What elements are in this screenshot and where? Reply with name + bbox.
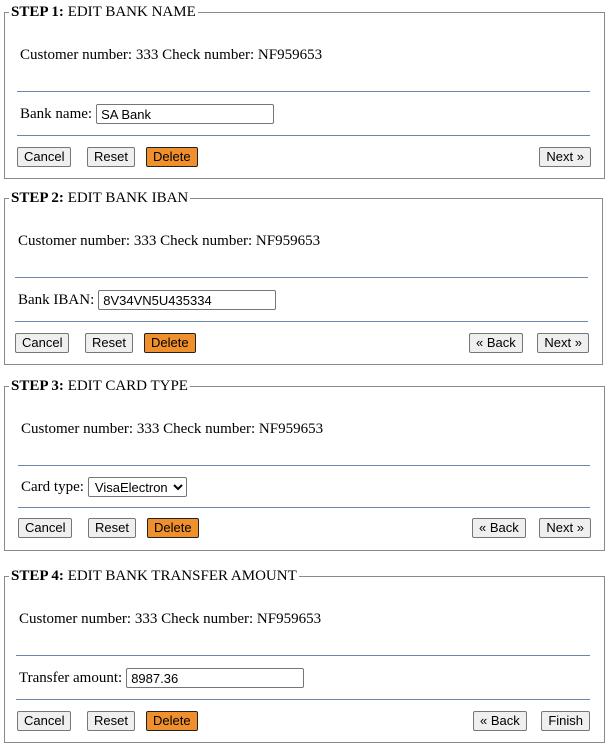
step-1-reset-button[interactable]: Reset bbox=[87, 147, 135, 167]
step-2-cancel-button[interactable]: Cancel bbox=[15, 333, 70, 353]
step-2-title: EDIT BANK IBAN bbox=[67, 190, 189, 206]
step-2-number: STEP 2: bbox=[11, 190, 64, 206]
step-4-delete-button[interactable]: Delete bbox=[146, 711, 198, 731]
step-3-title: EDIT CARD TYPE bbox=[67, 378, 188, 394]
step-1-divider-bottom bbox=[17, 135, 590, 136]
step-2-field-row: Bank IBAN: bbox=[18, 289, 277, 311]
bank-name-input[interactable] bbox=[96, 104, 275, 124]
step-4-panel: STEP 4: EDIT BANK TRANSFER AMOUNT Custom… bbox=[4, 567, 605, 743]
step-4-back-button[interactable]: « Back bbox=[473, 711, 527, 731]
bank-iban-input[interactable] bbox=[98, 290, 277, 310]
step-3-number: STEP 3: bbox=[11, 378, 64, 394]
step-1-cancel-button[interactable]: Cancel bbox=[17, 147, 72, 167]
card-type-label: Card type: bbox=[21, 479, 84, 495]
step-3-customer-info: Customer number: 333 Check number: NF959… bbox=[21, 421, 324, 437]
step-3-panel: STEP 3: EDIT CARD TYPE Customer number: … bbox=[4, 377, 605, 551]
step-3-divider-bottom bbox=[18, 507, 590, 508]
step-1-title: EDIT BANK NAME bbox=[67, 4, 196, 20]
step-3-back-button[interactable]: « Back bbox=[472, 518, 526, 538]
step-3-field-row: Card type: VisaElectron bbox=[21, 476, 187, 498]
step-3-cancel-button[interactable]: Cancel bbox=[18, 518, 73, 538]
step-2-back-button[interactable]: « Back bbox=[469, 333, 523, 353]
transfer-amount-input[interactable] bbox=[126, 668, 305, 688]
step-4-field-row: Transfer amount: bbox=[19, 667, 305, 689]
step-2-delete-button[interactable]: Delete bbox=[144, 333, 196, 353]
step-1-legend: STEP 1: EDIT BANK NAME bbox=[9, 3, 198, 21]
step-1-field-row: Bank name: bbox=[20, 103, 275, 125]
bank-iban-label: Bank IBAN: bbox=[18, 292, 95, 308]
step-2-reset-button[interactable]: Reset bbox=[85, 333, 133, 353]
step-3-legend: STEP 3: EDIT CARD TYPE bbox=[9, 377, 190, 395]
step-4-number: STEP 4: bbox=[11, 568, 64, 584]
step-2-legend: STEP 2: EDIT BANK IBAN bbox=[9, 189, 191, 207]
step-1-delete-button[interactable]: Delete bbox=[146, 147, 198, 167]
step-4-divider-bottom bbox=[16, 699, 590, 700]
step-1-divider-top bbox=[17, 91, 590, 92]
step-4-reset-button[interactable]: Reset bbox=[87, 711, 135, 731]
step-2-next-button[interactable]: Next » bbox=[537, 333, 589, 353]
step-1-next-button[interactable]: Next » bbox=[539, 147, 591, 167]
step-3-next-button[interactable]: Next » bbox=[539, 518, 591, 538]
step-1-customer-info: Customer number: 333 Check number: NF959… bbox=[20, 47, 323, 63]
step-1-number: STEP 1: bbox=[11, 4, 64, 20]
step-2-divider-bottom bbox=[15, 321, 588, 322]
step-2-panel: STEP 2: EDIT BANK IBAN Customer number: … bbox=[4, 189, 603, 365]
step-3-reset-button[interactable]: Reset bbox=[88, 518, 136, 538]
step-4-customer-info: Customer number: 333 Check number: NF959… bbox=[19, 611, 322, 627]
card-type-select[interactable]: VisaElectron bbox=[87, 477, 187, 497]
step-4-divider-top bbox=[16, 655, 590, 656]
step-3-divider-top bbox=[18, 465, 590, 466]
step-4-title: EDIT BANK TRANSFER AMOUNT bbox=[67, 568, 297, 584]
step-1-panel: STEP 1: EDIT BANK NAME Customer number: … bbox=[4, 3, 605, 179]
step-3-delete-button[interactable]: Delete bbox=[147, 518, 199, 538]
bank-name-label: Bank name: bbox=[20, 106, 93, 122]
transfer-amount-label: Transfer amount: bbox=[19, 670, 123, 686]
step-4-legend: STEP 4: EDIT BANK TRANSFER AMOUNT bbox=[9, 567, 299, 585]
step-2-customer-info: Customer number: 333 Check number: NF959… bbox=[18, 233, 321, 249]
step-4-finish-button[interactable]: Finish bbox=[541, 711, 590, 731]
step-2-divider-top bbox=[15, 277, 588, 278]
step-4-cancel-button[interactable]: Cancel bbox=[17, 711, 72, 731]
